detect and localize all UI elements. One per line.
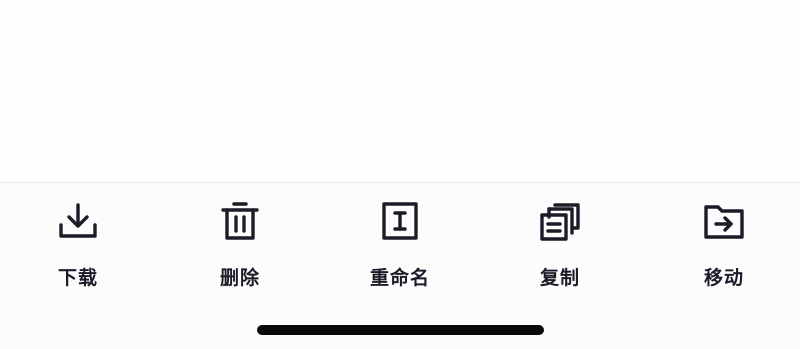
rename-icon xyxy=(374,195,426,247)
delete-label: 删除 xyxy=(219,267,260,289)
copy-button[interactable]: 复制 xyxy=(500,195,620,295)
move-label: 移动 xyxy=(703,267,744,289)
file-action-toolbar: 下载 删除 重命名 复制 移动 xyxy=(0,182,800,349)
rename-button[interactable]: 重命名 xyxy=(340,195,460,295)
download-button[interactable]: 下载 xyxy=(18,195,138,295)
home-indicator[interactable] xyxy=(257,325,544,335)
copy-icon xyxy=(534,195,586,247)
delete-button[interactable]: 删除 xyxy=(180,195,300,295)
file-preview-area xyxy=(0,0,800,182)
trash-icon xyxy=(214,195,266,247)
download-icon xyxy=(52,195,104,247)
move-folder-icon xyxy=(698,195,750,247)
move-button[interactable]: 移动 xyxy=(664,195,784,295)
download-label: 下载 xyxy=(57,267,98,289)
copy-label: 复制 xyxy=(539,267,580,289)
rename-label: 重命名 xyxy=(369,267,430,289)
